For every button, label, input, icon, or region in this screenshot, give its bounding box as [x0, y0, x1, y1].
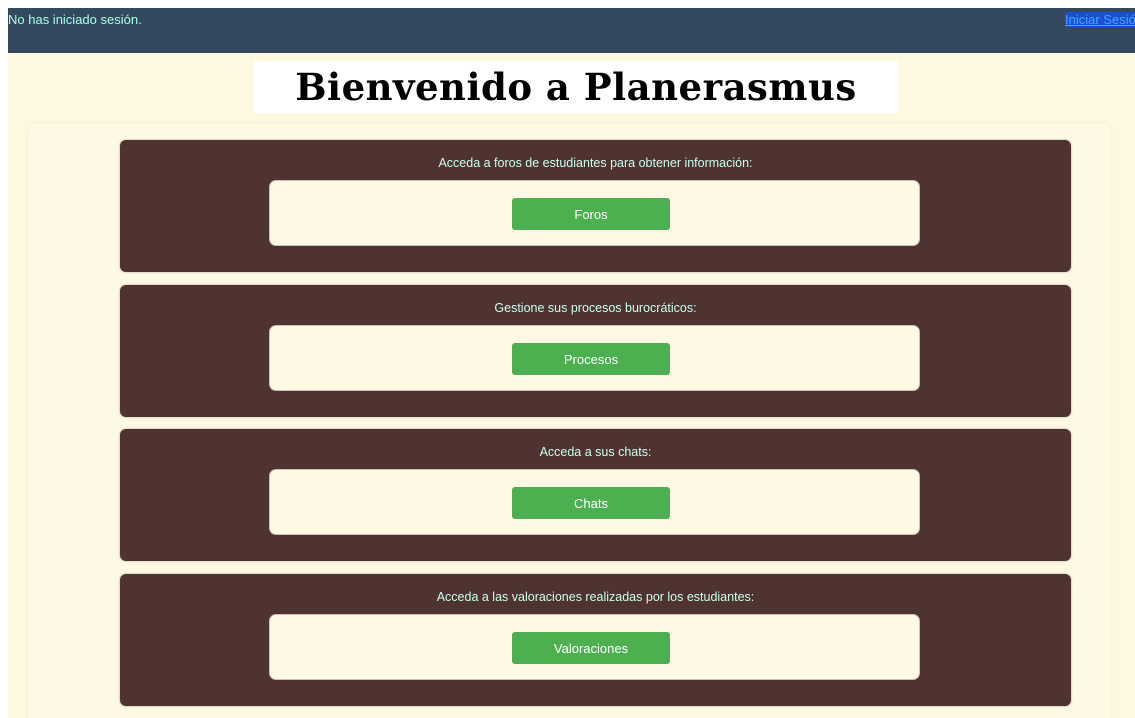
section-ratings: Acceda a las valoraciones realizadas por…	[120, 574, 1071, 706]
section-description: Gestione sus procesos burocráticos:	[494, 301, 697, 315]
section-description: Acceda a las valoraciones realizadas por…	[436, 590, 755, 604]
welcome-banner: Bienvenido a Planerasmus	[254, 61, 898, 113]
section-processes: Gestione sus procesos burocráticos: Proc…	[120, 285, 1071, 417]
section-action-box: Procesos	[269, 325, 920, 391]
chats-button[interactable]: Chats	[512, 487, 670, 519]
section-chats: Acceda a sus chats: Chats	[120, 429, 1071, 561]
ratings-button[interactable]: Valoraciones	[512, 632, 670, 664]
section-action-box: Chats	[269, 469, 920, 535]
section-action-box: Valoraciones	[269, 614, 920, 680]
login-link[interactable]: Iniciar Sesión	[1065, 12, 1135, 27]
section-description: Acceda a sus chats:	[539, 445, 652, 459]
section-description: Acceda a foros de estudiantes para obten…	[438, 156, 753, 170]
page-title: Bienvenido a Planerasmus	[295, 65, 857, 109]
top-navigation-bar: No has iniciado sesión. Iniciar Sesión	[8, 8, 1135, 53]
page-viewport: No has iniciado sesión. Iniciar Sesión B…	[8, 8, 1135, 718]
processes-button[interactable]: Procesos	[512, 343, 670, 375]
section-forums: Acceda a foros de estudiantes para obten…	[120, 140, 1071, 272]
main-content-panel: Acceda a foros de estudiantes para obten…	[28, 123, 1111, 718]
session-status-text: No has iniciado sesión.	[8, 12, 142, 27]
forums-button[interactable]: Foros	[512, 198, 670, 230]
section-action-box: Foros	[269, 180, 920, 246]
